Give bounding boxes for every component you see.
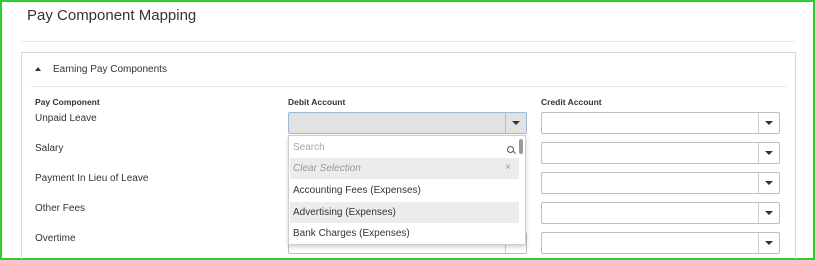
dropdown-toggle-button[interactable] bbox=[758, 113, 779, 133]
credit-account-select-overtime[interactable] bbox=[541, 232, 780, 254]
debit-account-dropdown-menu: Search Clear Selection × Accounting Fees… bbox=[288, 135, 526, 245]
dropdown-option[interactable]: Bank Charges (Expenses) bbox=[290, 223, 519, 244]
dropdown-toggle-button[interactable] bbox=[758, 233, 779, 253]
row-label-other-fees: Other Fees bbox=[35, 203, 86, 214]
clear-selection-label: Clear Selection bbox=[293, 163, 361, 174]
page-title: Pay Component Mapping bbox=[27, 7, 197, 24]
credit-account-select-unpaid-leave[interactable] bbox=[541, 112, 780, 134]
dropdown-option[interactable]: Advertising (Expenses) bbox=[290, 202, 519, 223]
search-icon bbox=[507, 146, 514, 153]
option-label: Advertising (Expenses) bbox=[293, 207, 396, 218]
dropdown-scrollbar[interactable] bbox=[519, 137, 524, 243]
scrollbar-thumb[interactable] bbox=[519, 139, 523, 154]
clear-selection-option[interactable]: Clear Selection × bbox=[290, 158, 519, 179]
dropdown-toggle-button[interactable] bbox=[505, 113, 526, 133]
dropdown-option[interactable]: Accounting Fees (Expenses) bbox=[290, 180, 519, 201]
dropdown-toggle-button[interactable] bbox=[758, 143, 779, 163]
column-header-credit-account: Credit Account bbox=[541, 97, 602, 107]
row-label-payment-in-lieu-of-leave: Payment In Lieu of Leave bbox=[35, 173, 149, 184]
caret-up-icon bbox=[35, 67, 41, 71]
panel-header-divider bbox=[31, 86, 786, 87]
column-header-debit-account: Debit Account bbox=[288, 97, 346, 107]
panel-header-toggle[interactable]: Earning Pay Components bbox=[22, 53, 795, 86]
column-header-pay-component: Pay Component bbox=[35, 97, 100, 107]
row-label-unpaid-leave: Unpaid Leave bbox=[35, 113, 97, 124]
chevron-down-icon bbox=[765, 151, 773, 155]
row-label-overtime: Overtime bbox=[35, 233, 76, 244]
chevron-down-icon bbox=[765, 181, 773, 185]
panel-title: Earning Pay Components bbox=[53, 64, 167, 75]
chevron-down-icon bbox=[512, 121, 520, 125]
chevron-down-icon bbox=[765, 121, 773, 125]
credit-account-select-other-fees[interactable] bbox=[541, 202, 780, 224]
chevron-down-icon bbox=[765, 241, 773, 245]
debit-account-select-unpaid-leave[interactable] bbox=[288, 112, 527, 134]
credit-account-select-salary[interactable] bbox=[541, 142, 780, 164]
credit-account-select-payment-in-lieu[interactable] bbox=[541, 172, 780, 194]
option-label: Accounting Fees (Expenses) bbox=[293, 185, 421, 196]
dropdown-toggle-button[interactable] bbox=[758, 173, 779, 193]
close-icon: × bbox=[505, 162, 511, 173]
dropdown-toggle-button[interactable] bbox=[758, 203, 779, 223]
row-label-salary: Salary bbox=[35, 143, 64, 154]
dropdown-search-input[interactable]: Search bbox=[293, 140, 514, 156]
search-placeholder: Search bbox=[293, 142, 325, 153]
title-divider bbox=[21, 41, 795, 42]
chevron-down-icon bbox=[765, 211, 773, 215]
option-label: Bank Charges (Expenses) bbox=[293, 228, 410, 239]
